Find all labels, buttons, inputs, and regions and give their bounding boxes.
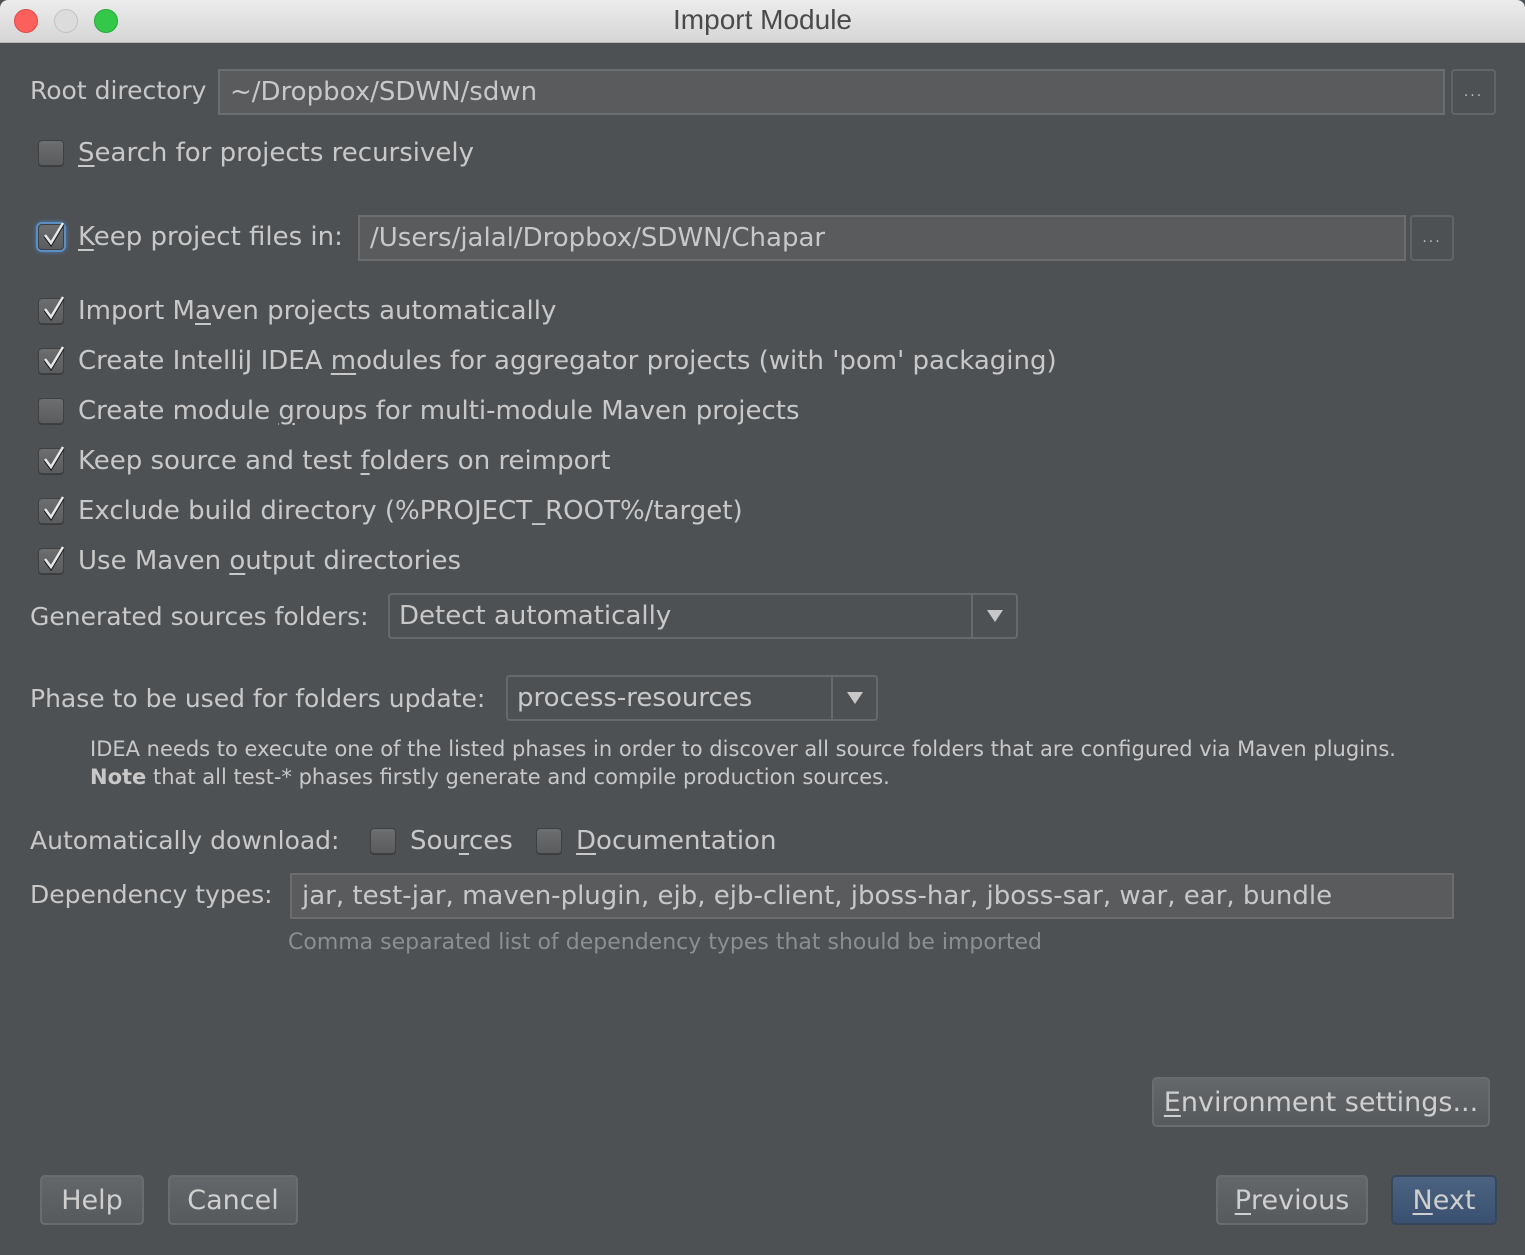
generated-sources-label: Generated sources folders: xyxy=(30,602,369,631)
dependency-types-input[interactable]: jar, test-jar, maven-plugin, ejb, ejb-cl… xyxy=(290,873,1454,919)
phase-note-line2: Note that all test-* phases firstly gene… xyxy=(90,763,890,791)
mnemonic: f xyxy=(360,446,370,476)
label-text: Create IntelliJ IDEA xyxy=(78,346,331,376)
phase-label: Phase to be used for folders update: xyxy=(30,684,486,713)
label-text: odules for aggregator projects (with 'po… xyxy=(356,346,1057,376)
cancel-button[interactable]: Cancel xyxy=(168,1175,298,1225)
label-text: Import M xyxy=(78,296,195,326)
label-text: olders on reimport xyxy=(369,446,611,476)
mnemonic: g xyxy=(278,396,295,426)
note-bold: Note xyxy=(90,765,147,789)
label-text: Keep source and test xyxy=(78,446,361,476)
checkmark-icon xyxy=(43,222,65,248)
phase-dropdown[interactable]: process-resources xyxy=(506,675,878,721)
label-text: Use Maven xyxy=(78,546,230,576)
exclude-build-directory-label[interactable]: Exclude build directory (%PROJECT_ROOT%/… xyxy=(78,496,743,526)
root-directory-label: Root directory xyxy=(30,76,207,105)
dependency-types-hint: Comma separated list of dependency types… xyxy=(288,930,1043,955)
button-label: revious xyxy=(1251,1184,1350,1216)
keep-project-files-checkbox[interactable] xyxy=(38,222,65,250)
button-label: nvironment settings... xyxy=(1180,1086,1479,1118)
label-text: earch for projects recursively xyxy=(94,138,475,168)
use-maven-output-directories-label[interactable]: Use Maven output directories xyxy=(78,546,461,576)
help-button[interactable]: Help xyxy=(40,1175,144,1225)
create-modules-for-aggregator-label[interactable]: Create IntelliJ IDEA modules for aggrega… xyxy=(78,346,1057,376)
chevron-down-icon xyxy=(986,610,1003,622)
window-title: Import Module xyxy=(673,4,852,35)
mnemonic: S xyxy=(78,138,95,168)
label-text: Exclude build directory (%PROJECT_ROOT%/… xyxy=(78,496,743,526)
root-directory-browse-button[interactable]: ... xyxy=(1451,69,1496,115)
checkmark-icon xyxy=(43,346,65,372)
mnemonic: D xyxy=(576,826,597,856)
checkmark-icon xyxy=(43,446,65,472)
dropdown-arrow[interactable] xyxy=(831,677,876,719)
search-recursively-label[interactable]: Search for projects recursively xyxy=(78,138,474,168)
mnemonic: a xyxy=(195,296,211,326)
create-module-groups-label[interactable]: Create module groups for multi-module Ma… xyxy=(78,396,800,426)
keep-source-test-folders-checkbox[interactable] xyxy=(38,446,65,474)
label-text: roups for multi-module Maven projects xyxy=(294,396,800,426)
mnemonic: P xyxy=(1234,1184,1251,1216)
next-button[interactable]: Next xyxy=(1391,1175,1497,1225)
root-directory-input[interactable]: ~/Dropbox/SDWN/sdwn xyxy=(218,69,1445,115)
exclude-build-directory-checkbox[interactable] xyxy=(38,496,65,524)
phase-note-line1: IDEA needs to execute one of the listed … xyxy=(90,737,1396,761)
mnemonic: K xyxy=(78,222,94,252)
label-text: ocumentation xyxy=(596,826,777,856)
button-label: ext xyxy=(1432,1184,1476,1216)
generated-sources-value: Detect automatically xyxy=(399,601,672,631)
download-sources-checkbox[interactable] xyxy=(370,828,396,854)
phase-value: process-resources xyxy=(517,683,753,713)
checkmark-icon xyxy=(43,296,65,322)
import-maven-automatically-checkbox[interactable] xyxy=(38,296,65,324)
dependency-types-label: Dependency types: xyxy=(30,880,273,909)
mnemonic: N xyxy=(1412,1184,1433,1216)
mnemonic: o xyxy=(229,546,246,576)
note-text: that all test-* phases firstly generate … xyxy=(146,765,890,789)
previous-button[interactable]: Previous xyxy=(1216,1175,1368,1225)
label-text: Sou xyxy=(410,826,459,856)
environment-settings-button[interactable]: Environment settings... xyxy=(1152,1077,1490,1127)
label-text: ven projects automatically xyxy=(210,296,557,326)
auto-download-label: Automatically download: xyxy=(30,826,340,855)
chevron-down-icon xyxy=(846,692,863,704)
checkmark-icon xyxy=(43,546,65,572)
project-files-browse-button[interactable]: ... xyxy=(1410,215,1454,261)
import-maven-automatically-label[interactable]: Import Maven projects automatically xyxy=(78,296,556,326)
mnemonic: m xyxy=(330,346,357,376)
use-maven-output-directories-checkbox[interactable] xyxy=(38,546,65,574)
create-module-groups-checkbox[interactable] xyxy=(38,398,64,424)
download-documentation-checkbox[interactable] xyxy=(536,828,562,854)
search-recursively-checkbox[interactable] xyxy=(38,140,64,166)
dropdown-arrow[interactable] xyxy=(971,595,1016,637)
mnemonic: E xyxy=(1163,1086,1181,1118)
label-text: Create module xyxy=(78,396,279,426)
generated-sources-dropdown[interactable]: Detect automatically xyxy=(388,593,1018,639)
title-bar: Import Module xyxy=(0,0,1525,43)
keep-source-test-folders-label[interactable]: Keep source and test folders on reimport xyxy=(78,446,610,476)
label-text: eep project files in: xyxy=(93,222,343,252)
mnemonic: r xyxy=(458,826,470,856)
project-files-location-input[interactable]: /Users/jalal/Dropbox/SDWN/Chapar xyxy=(358,215,1406,261)
checkmark-icon xyxy=(43,496,65,522)
label-text: utput directories xyxy=(245,546,462,576)
download-documentation-label[interactable]: Documentation xyxy=(576,826,776,856)
keep-project-files-label[interactable]: Keep project files in: xyxy=(78,222,343,252)
label-text: ces xyxy=(469,826,513,856)
download-sources-label[interactable]: Sources xyxy=(410,826,513,856)
create-modules-for-aggregator-checkbox[interactable] xyxy=(38,346,65,374)
